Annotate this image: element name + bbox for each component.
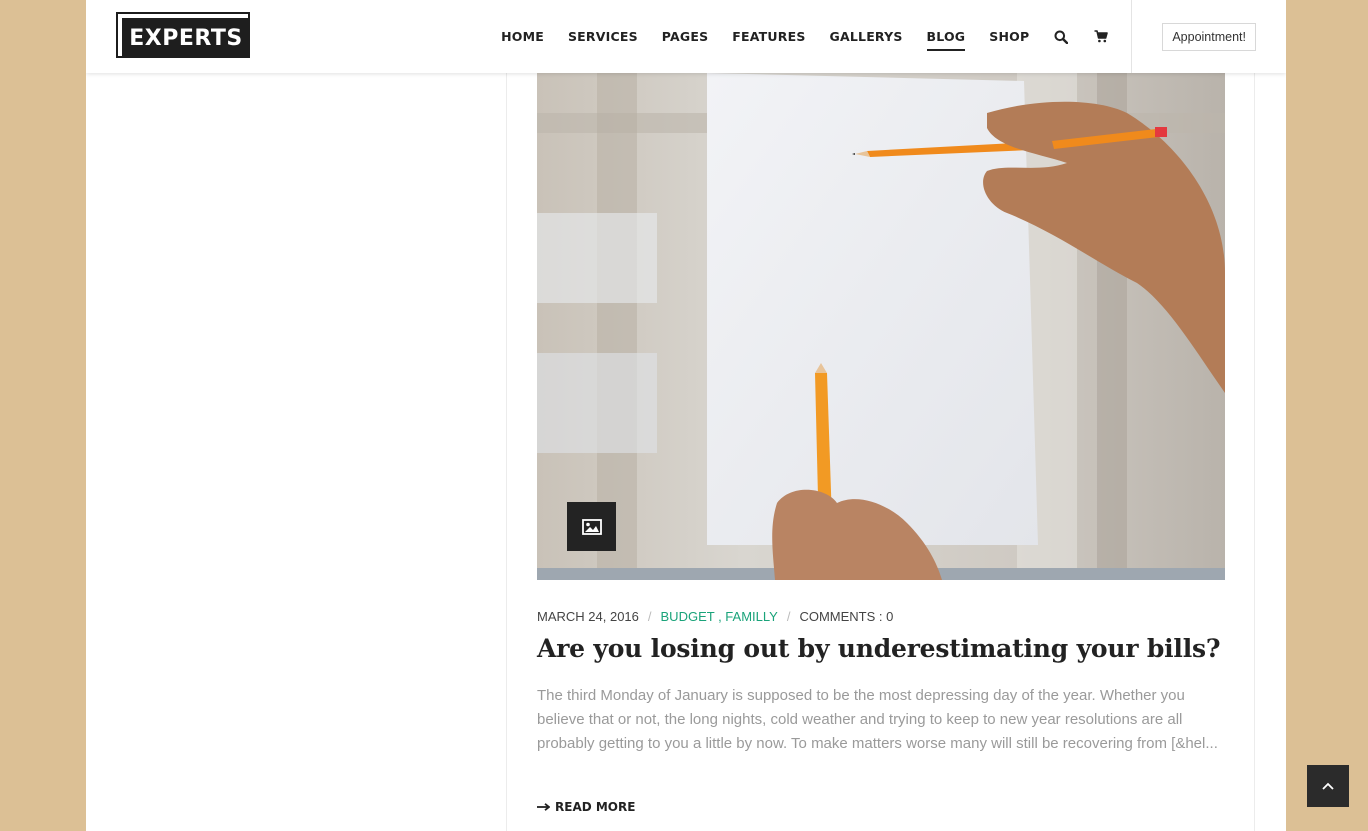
chevron-up-icon bbox=[1322, 782, 1334, 790]
post-date: MARCH 24, 2016 bbox=[537, 609, 639, 624]
post-title[interactable]: Are you losing out by underestimating yo… bbox=[537, 634, 1221, 663]
category-link-familly[interactable]: FAMILLY bbox=[725, 609, 778, 624]
page-container: EXPERTS HOME SERVICES PAGES FEATURES GAL… bbox=[86, 0, 1286, 831]
nav-blog[interactable]: BLOG bbox=[926, 25, 966, 51]
category-joiner: , bbox=[714, 609, 726, 624]
logo-text: EXPERTS bbox=[122, 18, 250, 58]
read-more-link[interactable]: READ MORE bbox=[537, 800, 635, 814]
nav-divider bbox=[1131, 0, 1133, 73]
nav-features[interactable]: FEATURES bbox=[732, 25, 805, 48]
read-more-label: READ MORE bbox=[555, 800, 636, 814]
nav-shop[interactable]: SHOP bbox=[989, 25, 1029, 48]
post-meta: MARCH 24, 2016 / BUDGET , FAMILLY / COMMENTS… bbox=[537, 609, 893, 624]
nav-gallerys[interactable]: GALLERYS bbox=[830, 25, 903, 48]
post-excerpt: The third Monday of January is supposed … bbox=[537, 687, 1218, 752]
post-featured-image[interactable] bbox=[537, 73, 1225, 580]
site-logo[interactable]: EXPERTS bbox=[116, 12, 254, 62]
meta-separator: / bbox=[647, 609, 652, 624]
nav-services[interactable]: SERVICES bbox=[568, 25, 638, 48]
nav-home[interactable]: HOME bbox=[501, 25, 544, 48]
post-comments-count[interactable]: COMMENTS : 0 bbox=[799, 609, 893, 624]
image-icon bbox=[581, 518, 602, 535]
meta-separator: / bbox=[786, 609, 791, 624]
category-link-budget[interactable]: BUDGET bbox=[661, 609, 715, 624]
back-to-top-button[interactable] bbox=[1307, 765, 1349, 807]
cart-icon[interactable] bbox=[1093, 29, 1109, 45]
arrow-right-icon bbox=[537, 803, 550, 811]
nav-pages[interactable]: PAGES bbox=[662, 25, 709, 48]
image-format-badge[interactable] bbox=[567, 502, 616, 551]
appointment-button[interactable]: Appointment! bbox=[1162, 22, 1256, 51]
search-icon[interactable] bbox=[1053, 29, 1069, 45]
featured-photo bbox=[537, 73, 1225, 580]
site-header: EXPERTS HOME SERVICES PAGES FEATURES GAL… bbox=[86, 0, 1286, 73]
main-nav: HOME SERVICES PAGES FEATURES GALLERYS BL… bbox=[501, 0, 1286, 73]
